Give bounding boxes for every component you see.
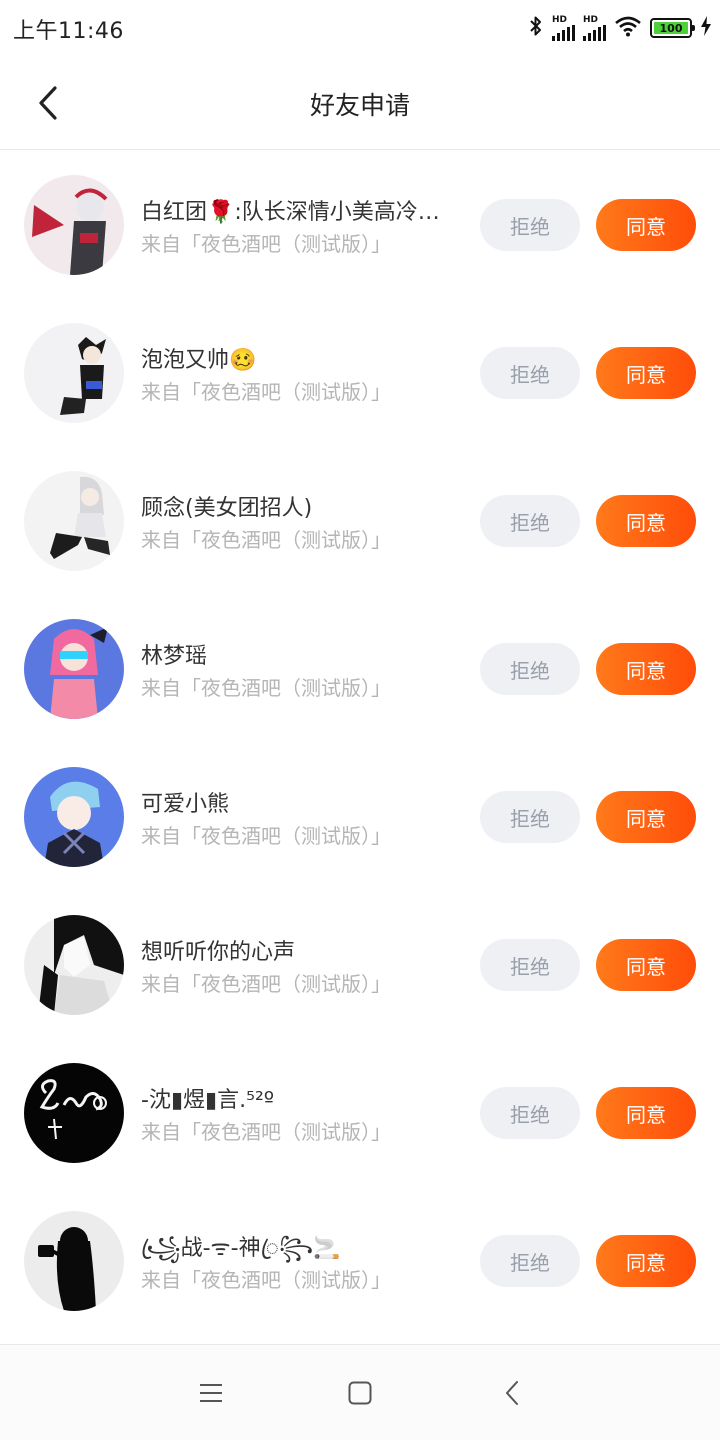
- request-source: 来自「夜色酒吧（测试版）」: [141, 824, 391, 848]
- page-title: 好友申请: [309, 91, 410, 120]
- wifi-icon: [614, 15, 642, 41]
- friend-request-list: 白红团🌹:队长深情小美高冷… 来自「夜色酒吧（测试版）」 拒绝 同意 泡泡又帅🥴…: [0, 151, 720, 1335]
- status-bar: 上午11:46 HD HD 100: [0, 0, 720, 56]
- request-item: 可爱小熊 来自「夜色酒吧（测试版）」 拒绝 同意: [0, 743, 720, 891]
- reject-button[interactable]: 拒绝: [480, 791, 580, 843]
- request-source: 来自「夜色酒吧（测试版）」: [141, 972, 391, 996]
- reject-button[interactable]: 拒绝: [480, 347, 580, 399]
- accept-button[interactable]: 同意: [596, 643, 696, 695]
- system-back-button[interactable]: [492, 1375, 532, 1411]
- reject-button[interactable]: 拒绝: [480, 939, 580, 991]
- avatar[interactable]: [24, 619, 124, 719]
- request-item: 顾念(美女团招人) 来自「夜色酒吧（测试版）」 拒绝 同意: [0, 447, 720, 595]
- request-item: 想听听你的心声 来自「夜色酒吧（测试版）」 拒绝 同意: [0, 891, 720, 1039]
- request-source: 来自「夜色酒吧（测试版）」: [141, 380, 391, 404]
- accept-button[interactable]: 同意: [596, 495, 696, 547]
- accept-button[interactable]: 同意: [596, 1087, 696, 1139]
- reject-button[interactable]: 拒绝: [480, 1087, 580, 1139]
- request-item: -沈▮煜▮言.⁵²º 来自「夜色酒吧（测试版）」 拒绝 同意: [0, 1039, 720, 1187]
- menu-button[interactable]: [191, 1375, 231, 1411]
- request-item: 泡泡又帅🥴 来自「夜色酒吧（测试版）」 拒绝 同意: [0, 299, 720, 447]
- request-source: 来自「夜色酒吧（测试版）」: [141, 1268, 391, 1292]
- accept-button[interactable]: 同意: [596, 791, 696, 843]
- requester-name: 可爱小熊: [141, 792, 230, 817]
- requester-name: 顾念(美女团招人): [141, 496, 313, 521]
- header: 好友申请: [0, 56, 720, 150]
- reject-button[interactable]: 拒绝: [480, 199, 580, 251]
- avatar[interactable]: [24, 915, 124, 1015]
- menu-icon: [200, 1384, 222, 1402]
- requester-name: 想听听你的心声: [141, 940, 296, 965]
- avatar[interactable]: [24, 767, 124, 867]
- request-item: 白红团🌹:队长深情小美高冷… 来自「夜色酒吧（测试版）」 拒绝 同意: [0, 151, 720, 299]
- accept-button[interactable]: 同意: [596, 347, 696, 399]
- bluetooth-icon: [528, 15, 544, 41]
- reject-button[interactable]: 拒绝: [480, 495, 580, 547]
- avatar[interactable]: [24, 323, 124, 423]
- reject-button[interactable]: 拒绝: [480, 1235, 580, 1287]
- requester-name: 泡泡又帅🥴: [141, 348, 257, 373]
- avatar[interactable]: [24, 175, 124, 275]
- status-time: 上午11:46: [13, 19, 124, 44]
- reject-button[interactable]: 拒绝: [480, 643, 580, 695]
- requester-name: 白红团🌹:队长深情小美高冷…: [141, 200, 440, 225]
- accept-button[interactable]: 同意: [596, 199, 696, 251]
- system-nav-bar: [0, 1344, 720, 1440]
- request-item: ꧁ꦿ战-ᯤ-神ꦿ꧂🚬 来自「夜色酒吧（测试版）」 拒绝 同意: [0, 1187, 720, 1335]
- accept-button[interactable]: 同意: [596, 939, 696, 991]
- request-item: 林梦瑶 来自「夜色酒吧（测试版）」 拒绝 同意: [0, 595, 720, 743]
- requester-name: 林梦瑶: [141, 644, 208, 669]
- avatar[interactable]: [24, 1063, 124, 1163]
- request-source: 来自「夜色酒吧（测试版）」: [141, 528, 391, 552]
- request-source: 来自「夜色酒吧（测试版）」: [141, 676, 391, 700]
- status-icons: HD HD 100: [528, 12, 712, 44]
- charging-icon: [700, 16, 712, 40]
- avatar[interactable]: [24, 471, 124, 571]
- battery-icon: 100: [650, 18, 695, 38]
- signal-icon-2: HD: [583, 15, 606, 41]
- square-home-icon: [348, 1381, 372, 1405]
- signal-icon: HD: [552, 15, 575, 41]
- request-source: 来自「夜色酒吧（测试版）」: [141, 1120, 391, 1144]
- home-button[interactable]: [340, 1375, 380, 1411]
- triangle-back-icon: [506, 1381, 518, 1405]
- avatar[interactable]: [24, 1211, 124, 1311]
- requester-name: -沈▮煜▮言.⁵²º: [141, 1088, 275, 1113]
- request-source: 来自「夜色酒吧（测试版）」: [141, 232, 391, 256]
- accept-button[interactable]: 同意: [596, 1235, 696, 1287]
